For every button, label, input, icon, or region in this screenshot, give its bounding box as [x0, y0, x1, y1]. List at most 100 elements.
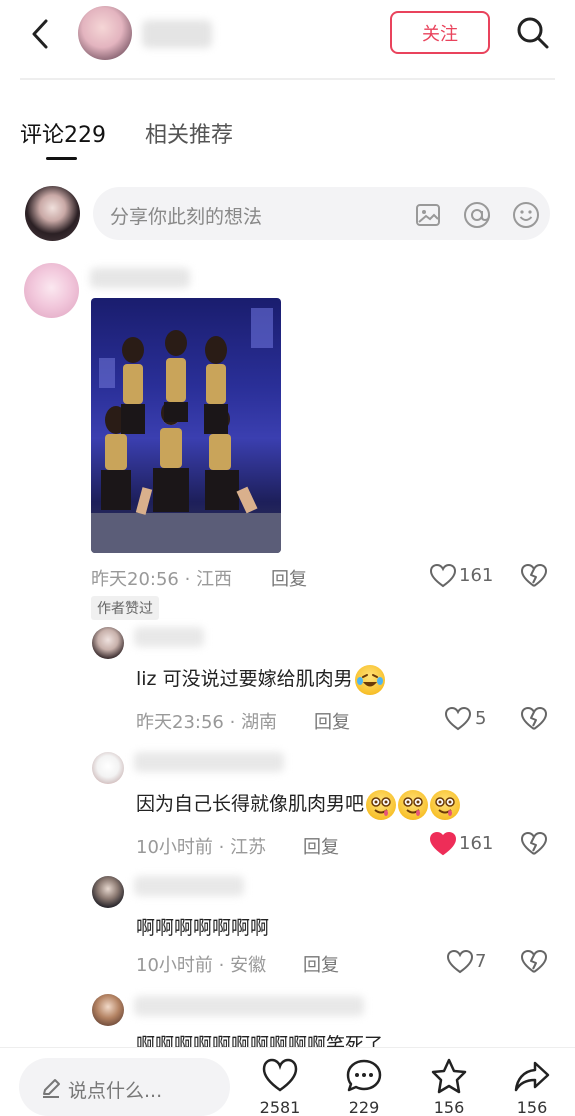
drooling-emoji-icon: [430, 789, 461, 820]
broken-heart-icon: [521, 950, 547, 973]
reply-time: 昨天23:56: [136, 712, 224, 733]
meta-dot: ·: [229, 712, 242, 733]
reply-button[interactable]: 回复: [314, 708, 350, 734]
share-arrow-icon: [514, 1061, 550, 1092]
like-count: 161: [459, 565, 494, 586]
my-avatar: [25, 186, 80, 241]
meta-dot: ·: [218, 837, 231, 858]
share-button[interactable]: [512, 1056, 552, 1096]
dislike-button[interactable]: [520, 562, 548, 590]
comment-image[interactable]: [91, 298, 281, 553]
search-button[interactable]: [512, 12, 552, 52]
post-favorite-count: 156: [433, 1098, 465, 1116]
reply-meta: 10小时前 · 安徽: [136, 951, 266, 977]
broken-heart-icon: [521, 707, 547, 730]
reply-avatar[interactable]: [92, 994, 124, 1026]
comment-meta: 昨天20:56 · 江西: [91, 565, 232, 591]
comment-time: 昨天20:56: [91, 569, 179, 590]
image-button[interactable]: [415, 203, 441, 227]
reply-button[interactable]: 回复: [303, 833, 339, 859]
divider: [20, 78, 555, 80]
chevron-left-icon: [32, 19, 48, 49]
broken-heart-icon: [521, 564, 547, 587]
heart-icon: [444, 706, 472, 731]
active-tab-indicator: [46, 157, 77, 160]
reply-text-content: liz 可没说过要嫁给肌肉男: [136, 668, 353, 690]
reply-text: 因为自己长得就像肌肉男吧: [136, 789, 461, 820]
reply-avatar[interactable]: [92, 876, 124, 908]
stage-photo-illustration: [91, 308, 281, 553]
favorite-button[interactable]: [429, 1056, 469, 1096]
reply-location: 湖南: [241, 712, 278, 733]
post-share-count: 156: [516, 1098, 548, 1116]
post-like-count: 2581: [259, 1098, 301, 1116]
tab-related[interactable]: 相关推荐: [145, 117, 233, 149]
author-liked-badge: 作者赞过: [91, 596, 159, 620]
reply-avatar[interactable]: [92, 752, 124, 784]
like-button[interactable]: [444, 705, 472, 733]
comment-post-button[interactable]: [344, 1056, 384, 1096]
drooling-emoji-icon: [398, 789, 429, 820]
laugh-cry-face-icon: [356, 673, 383, 686]
drooling-face-icon: [403, 796, 423, 816]
reply-text-content: 因为自己长得就像肌肉男吧: [136, 793, 365, 815]
drooling-face-icon: [371, 796, 391, 816]
follow-button[interactable]: 关注: [390, 11, 490, 54]
star-icon: [431, 1058, 467, 1094]
reply-name-blurred[interactable]: [134, 996, 364, 1016]
drooling-emoji-icon: [366, 789, 397, 820]
like-count: 161: [459, 833, 494, 854]
image-icon: [416, 204, 440, 226]
reply-time: 10小时前: [136, 955, 213, 976]
reply-avatar[interactable]: [92, 627, 124, 659]
dislike-button[interactable]: [520, 830, 548, 858]
at-icon: [464, 202, 490, 228]
reply-time: 10小时前: [136, 837, 213, 858]
author-avatar[interactable]: [78, 6, 132, 60]
meta-dot: ·: [218, 955, 231, 976]
dislike-button[interactable]: [520, 948, 548, 976]
like-button[interactable]: [446, 948, 474, 976]
reply-name-blurred[interactable]: [134, 876, 244, 896]
heart-icon: [446, 949, 474, 974]
heart-icon: [429, 563, 457, 588]
like-button[interactable]: [429, 562, 457, 590]
top-bar: 关注: [0, 0, 575, 70]
mention-button[interactable]: [462, 200, 492, 230]
commenter-avatar[interactable]: [24, 263, 79, 318]
reply-location: 安徽: [230, 955, 267, 976]
commenter-name-blurred[interactable]: [90, 268, 190, 288]
reply-text: 啊啊啊啊啊啊啊: [136, 917, 270, 939]
smiley-icon: [513, 202, 539, 228]
comment-bubble-icon: [346, 1059, 382, 1092]
reply-text: liz 可没说过要嫁给肌肉男: [136, 664, 385, 695]
pencil-icon: [40, 1077, 62, 1099]
reply-button[interactable]: 回复: [303, 951, 339, 977]
reply-text: 啊啊啊啊啊啊啊啊啊啊笑死了: [136, 1034, 384, 1047]
reply-button[interactable]: 回复: [271, 565, 307, 591]
back-button[interactable]: [22, 14, 62, 54]
post-comment-count: 229: [348, 1098, 380, 1116]
broken-heart-icon: [521, 832, 547, 855]
reply-name-blurred[interactable]: [134, 752, 284, 772]
author-name-blurred[interactable]: [142, 20, 212, 48]
comment-input-placeholder: 说点什么...: [68, 1080, 163, 1102]
emoji-button[interactable]: [511, 200, 541, 230]
drooling-face-icon: [435, 796, 455, 816]
like-count: 7: [475, 951, 487, 972]
like-post-button[interactable]: [260, 1056, 300, 1096]
tab-comments[interactable]: 评论229: [20, 117, 106, 149]
meta-dot: ·: [184, 569, 197, 590]
reply-meta: 10小时前 · 江苏: [136, 833, 266, 859]
like-button[interactable]: [429, 830, 457, 858]
laugh-cry-emoji-icon: [354, 664, 385, 695]
reply-name-blurred[interactable]: [134, 627, 204, 647]
like-count: 5: [475, 708, 487, 729]
dislike-button[interactable]: [520, 705, 548, 733]
search-icon: [517, 17, 549, 49]
heart-icon: [262, 1058, 298, 1092]
comment-location: 江西: [196, 569, 233, 590]
share-placeholder: 分享你此刻的想法: [110, 206, 263, 228]
reply-meta: 昨天23:56 · 湖南: [136, 708, 277, 734]
reply-location: 江苏: [230, 837, 267, 858]
